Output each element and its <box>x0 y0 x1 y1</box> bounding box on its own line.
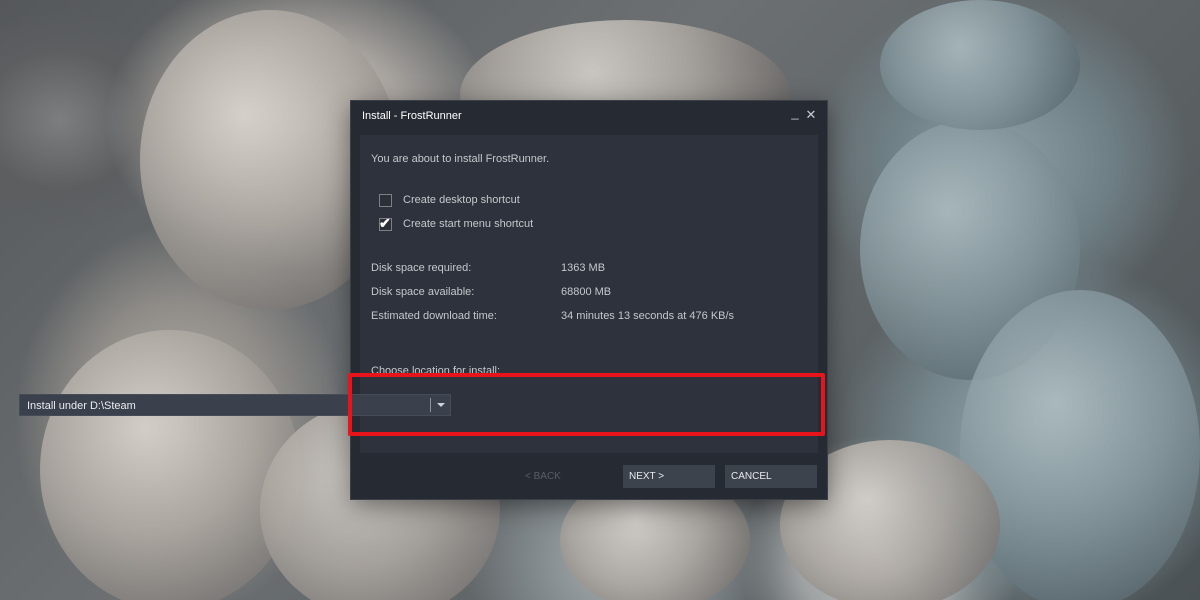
minimize-button[interactable]: _ <box>787 105 803 121</box>
title-bar[interactable]: Install - FrostRunner _ ✕ <box>351 101 827 131</box>
download-time-label: Estimated download time: <box>371 310 497 322</box>
desktop-background: Install - FrostRunner _ ✕ You are about … <box>0 0 1200 600</box>
chevron-down-icon[interactable] <box>437 403 445 407</box>
desktop-shortcut-label: Create desktop shortcut <box>403 194 520 206</box>
checkmark-icon: ✔ <box>379 214 391 231</box>
disk-required-value: 1363 MB <box>561 262 606 274</box>
start-menu-shortcut-label: Create start menu shortcut <box>403 218 534 230</box>
disk-available-label: Disk space available: <box>371 286 475 298</box>
succulent-leaf <box>960 290 1200 600</box>
download-time-value: 34 minutes 13 seconds at 476 KB/s <box>561 310 735 322</box>
start-menu-shortcut-option[interactable]: ✔ Create start menu shortcut <box>379 214 534 232</box>
disk-available-value: 68800 MB <box>561 286 612 298</box>
desktop-shortcut-checkbox[interactable] <box>379 193 392 207</box>
start-menu-shortcut-checkbox[interactable]: ✔ <box>379 214 392 231</box>
install-location-value: Install under D:\Steam <box>27 400 136 412</box>
back-button[interactable]: < BACK <box>519 465 612 488</box>
cancel-button[interactable]: CANCEL <box>725 465 817 488</box>
close-button[interactable]: ✕ <box>803 107 819 123</box>
succulent-leaf <box>880 0 1080 130</box>
install-location-dropdown[interactable]: Install under D:\Steam <box>19 394 451 416</box>
succulent-leaf <box>40 330 300 600</box>
desktop-shortcut-option[interactable]: Create desktop shortcut <box>379 192 520 208</box>
install-location-label: Choose location for install: <box>371 365 501 377</box>
install-dialog: Install - FrostRunner _ ✕ You are about … <box>351 101 827 499</box>
disk-required-label: Disk space required: <box>371 262 472 274</box>
window-title: Install - FrostRunner <box>362 110 462 122</box>
intro-text: You are about to install FrostRunner. <box>371 153 550 165</box>
next-button[interactable]: NEXT > <box>623 465 715 488</box>
dropdown-divider <box>430 398 431 412</box>
